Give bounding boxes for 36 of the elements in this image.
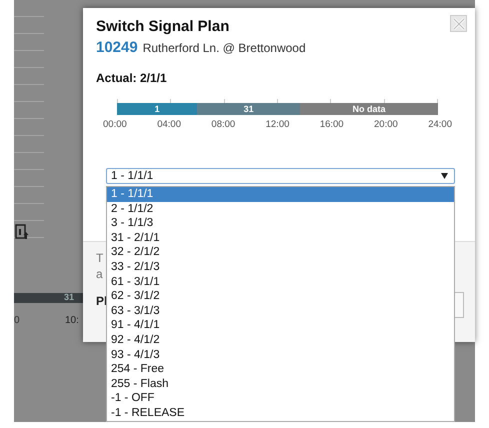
time-tick-label: 16:00 — [320, 119, 344, 130]
timeline-segment: 31 — [197, 103, 300, 115]
time-tick-label: 00:00 — [103, 119, 127, 130]
dropdown-option[interactable]: 32 - 2/1/2 — [107, 245, 454, 260]
actual-plan: Actual: 2/1/1 — [96, 71, 168, 85]
time-tick-label: 12:00 — [266, 119, 290, 130]
dropdown-option[interactable]: 92 - 4/1/2 — [107, 332, 454, 348]
timeline-segment: 1 — [117, 103, 198, 115]
time-tick-label: 04:00 — [157, 119, 181, 130]
intersection-name: Rutherford Ln. @ Brettonwood — [142, 41, 306, 55]
time-tick-label: 24:00 — [428, 119, 452, 130]
timeline-segment: No data — [300, 103, 438, 115]
time-label: 10: — [65, 315, 79, 326]
footer-text: T — [96, 251, 104, 265]
dropdown-option[interactable]: 1 - 1/1/1 — [107, 187, 454, 202]
caret-icon — [441, 173, 448, 179]
dialog-title: Switch Signal Plan — [96, 18, 230, 35]
dropdown-option[interactable]: 2 - 1/1/2 — [107, 202, 454, 216]
signal-id: 10249 — [96, 39, 138, 56]
dropdown-option[interactable]: 93 - 4/1/3 — [107, 348, 454, 362]
dropdown-option[interactable]: 31 - 2/1/1 — [107, 230, 454, 246]
dropdown-option[interactable]: 63 - 3/1/3 — [107, 304, 454, 318]
time-tick-label: 20:00 — [374, 119, 398, 130]
plan-dropdown[interactable]: 1 - 1/1/1 — [106, 168, 455, 184]
dropdown-option[interactable]: 61 - 3/1/1 — [107, 274, 454, 290]
document-upload-icon[interactable] — [15, 224, 29, 240]
dropdown-option[interactable]: 3 - 1/1/3 — [107, 216, 454, 231]
dropdown-option[interactable]: -1 - RELEASE — [107, 406, 454, 420]
time-tick-label: 08:00 — [211, 119, 236, 130]
dropdown-option[interactable]: 91 - 4/1/1 — [107, 318, 454, 333]
dropdown-option[interactable]: 33 - 2/1/3 — [107, 260, 454, 275]
dropdown-option[interactable]: -1 - OFF — [107, 391, 454, 406]
dropdown-option[interactable]: 254 - Free — [107, 362, 454, 377]
time-label: 0 — [14, 315, 20, 326]
footer-text: a — [96, 267, 103, 281]
dropdown-option[interactable]: 255 - Flash — [107, 376, 454, 392]
